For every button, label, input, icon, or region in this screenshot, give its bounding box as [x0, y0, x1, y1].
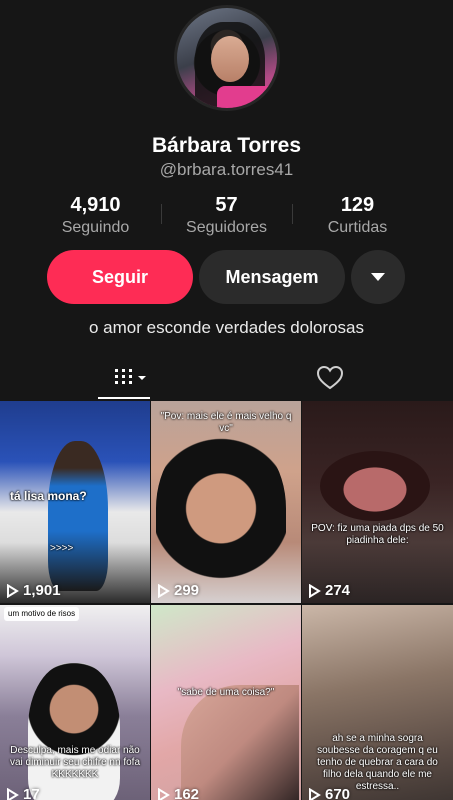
view-count-value: 670	[325, 786, 351, 800]
profile-tabs	[0, 356, 453, 400]
play-icon	[158, 583, 170, 598]
view-count: 17	[6, 786, 40, 800]
stat-label: Seguindo	[61, 219, 130, 236]
thumbnail-person	[48, 441, 108, 591]
avatar-face	[211, 36, 249, 82]
video-thumbnail[interactable]: um motivo de risos Desculpa, mais me odi…	[0, 605, 150, 800]
play-icon	[309, 787, 321, 800]
video-caption-extra: >>>>	[50, 543, 74, 554]
stat-label: Curtidas	[327, 219, 388, 236]
profile-name: Bárbara Torres	[151, 134, 301, 157]
videos-grid-icon	[115, 369, 146, 384]
video-caption-extra: um motivo de risos	[4, 607, 80, 621]
video-thumbnail[interactable]: POV: fiz uma piada dps de 50 piadinha de…	[302, 401, 453, 603]
play-icon	[158, 787, 170, 800]
video-caption: Desculpa, mais me odiar não vai diminuir…	[9, 745, 141, 780]
stat-likes: 129 Curtidas	[292, 194, 423, 240]
video-caption: ah se a minha sogra soubesse da coragem …	[317, 733, 438, 792]
stat-value: 4,910	[70, 194, 121, 216]
thumbnail-person	[320, 451, 430, 521]
stat-label: Seguidores	[186, 219, 267, 236]
message-button[interactable]: Mensagem	[199, 250, 345, 304]
more-options-button[interactable]	[351, 250, 405, 304]
avatar-shirt	[217, 86, 277, 108]
view-count: 299	[157, 582, 199, 599]
video-thumbnail[interactable]: "Pov: mais ele é mais velho q vc" 299	[151, 401, 301, 603]
view-count-value: 299	[174, 582, 200, 599]
heart-outline-icon	[316, 365, 344, 390]
tab-videos[interactable]	[0, 356, 260, 400]
play-icon	[309, 583, 321, 598]
video-thumbnail[interactable]: "sabe de uma coisa?" 162	[151, 605, 301, 800]
view-count: 670	[308, 786, 350, 800]
view-count: 162	[157, 786, 199, 800]
view-count-value: 17	[23, 786, 40, 800]
profile-handle: @brbara.torres41	[159, 160, 294, 179]
stat-followers[interactable]: 57 Seguidores	[161, 194, 292, 240]
video-grid: tá lisa mona? >>>> 1,901 "Pov: mais ele …	[0, 401, 453, 800]
view-count-value: 274	[325, 582, 351, 599]
view-count: 274	[308, 582, 350, 599]
stat-value: 57	[215, 194, 238, 216]
chevron-down-icon	[371, 273, 385, 281]
view-count: 1,901	[6, 582, 61, 599]
stat-value: 129	[340, 194, 375, 216]
video-caption: "sabe de uma coisa?"	[177, 687, 275, 698]
stat-following[interactable]: 4,910 Seguindo	[30, 194, 161, 240]
thumbnail-person	[156, 431, 286, 603]
profile-bio: o amor esconde verdades dolorosas	[89, 318, 364, 337]
video-caption: POV: fiz uma piada dps de 50 piadinha de…	[311, 523, 444, 546]
profile-stats: 4,910 Seguindo 57 Seguidores 129 Curtida…	[30, 194, 423, 240]
video-thumbnail[interactable]: tá lisa mona? >>>> 1,901	[0, 401, 150, 603]
view-count-value: 162	[174, 786, 200, 800]
tab-liked[interactable]	[260, 356, 400, 400]
video-thumbnail[interactable]: ah se a minha sogra soubesse da coragem …	[302, 605, 453, 800]
video-caption: "Pov: mais ele é mais velho q vc"	[160, 411, 292, 434]
active-tab-indicator	[98, 397, 150, 399]
play-icon	[7, 787, 19, 800]
play-icon	[7, 583, 19, 598]
view-count-value: 1,901	[23, 582, 61, 599]
follow-button[interactable]: Seguir	[47, 250, 193, 304]
profile-avatar[interactable]	[174, 5, 280, 111]
thumbnail-person	[181, 685, 299, 800]
video-caption: tá lisa mona?	[10, 489, 87, 503]
